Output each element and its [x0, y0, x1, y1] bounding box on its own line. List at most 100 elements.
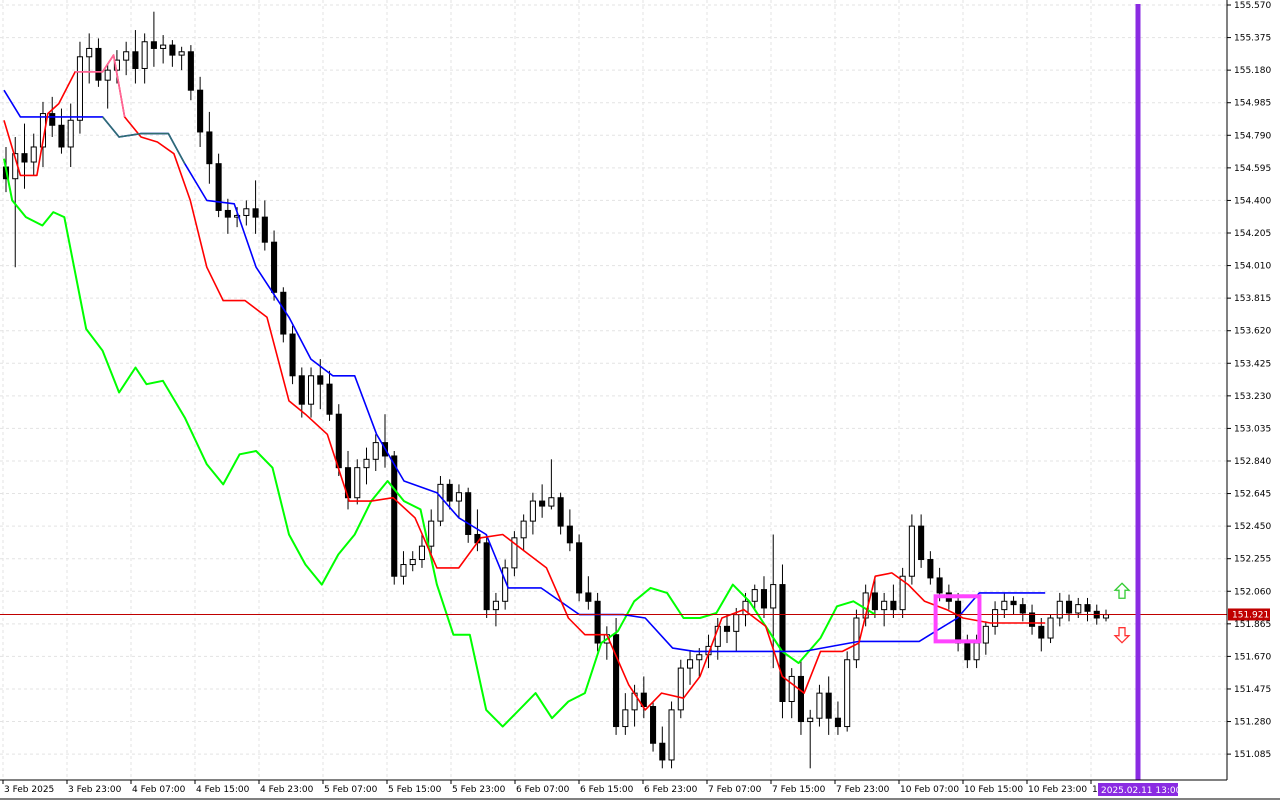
bear-candle [1084, 604, 1091, 612]
x-tick-label: 4 Feb 23:00 [260, 785, 314, 795]
x-tick-label: 6 Feb 07:00 [516, 785, 570, 795]
bull-candle [622, 709, 629, 728]
bear-candle [659, 742, 666, 761]
bull-candle [492, 600, 499, 611]
bear-candle [132, 51, 139, 69]
bull-candle [520, 520, 527, 539]
bear-candle [215, 163, 222, 211]
y-tick-label: 153.230 [1234, 392, 1271, 402]
bear-candle [187, 51, 194, 91]
time-marker-tag: 2025.02.11 13:00 [1098, 783, 1182, 796]
time-marker-label: 2025.02.11 13:00 [1101, 786, 1182, 796]
bull-candle [1047, 617, 1054, 639]
bear-candle [594, 600, 601, 644]
y-tick-label: 155.180 [1234, 66, 1271, 76]
y-tick-label: 152.060 [1234, 587, 1271, 597]
x-tick-label: 5 Feb 23:00 [452, 785, 506, 795]
bull-candle [372, 442, 379, 460]
bull-candle [1102, 614, 1110, 619]
bull-candle [354, 467, 361, 499]
bull-candle [788, 675, 795, 702]
bear-candle [317, 375, 324, 385]
bull-candle [455, 492, 462, 502]
bear-candle [955, 600, 962, 644]
bull-candle [696, 654, 703, 661]
bear-candle [289, 333, 296, 377]
bull-candle [770, 584, 777, 609]
bear-candle [326, 383, 333, 415]
bull-candle [982, 625, 989, 644]
x-tick-label: 10 Feb 23:00 [1028, 785, 1087, 795]
bear-candle [21, 153, 28, 163]
bull-candle [807, 717, 814, 723]
bear-candle [280, 291, 287, 335]
y-tick-label: 154.400 [1234, 196, 1271, 206]
bear-candle [760, 589, 768, 609]
x-axis-labels: 3 Feb 2025 3 Feb 23:00 4 Feb 07:00 4 Feb 15… [4, 785, 1103, 795]
bull-candle [973, 642, 980, 661]
bear-candle [539, 500, 546, 507]
bear-candle [650, 706, 657, 744]
bear-candle [1038, 625, 1045, 639]
bull-candle [30, 146, 37, 163]
bull-candle [686, 659, 694, 669]
chart-canvas[interactable]: 155.570 155.375 155.180 154.985 154.790 154.5… [0, 0, 1280, 800]
bull-candle [677, 667, 684, 711]
bear-candle [1010, 600, 1017, 606]
bull-candle [733, 614, 740, 632]
bull-candle [548, 497, 555, 507]
bear-candle [825, 692, 832, 719]
bull-candle [141, 41, 148, 69]
y-tick-label: 151.670 [1234, 652, 1271, 662]
bear-candle [206, 131, 213, 165]
bear-candle [613, 634, 620, 728]
bear-candle [271, 241, 278, 293]
x-tick-label: 4 Feb 15:00 [196, 785, 250, 795]
bear-candle [169, 44, 176, 56]
bull-candle [853, 617, 860, 661]
chart-background [0, 0, 1280, 800]
bull-candle [816, 692, 823, 719]
bear-candle [918, 525, 925, 561]
y-tick-label: 154.595 [1234, 164, 1271, 174]
bull-candle [881, 600, 888, 611]
bull-candle [428, 520, 435, 547]
x-tick-label: 10 Feb 07:00 [900, 785, 959, 795]
bear-candle [566, 525, 573, 544]
x-tick-label: 6 Feb 23:00 [644, 785, 698, 795]
bull-candle [160, 44, 167, 49]
bull-candle [668, 709, 675, 761]
bull-candle [243, 208, 250, 216]
x-tick-label: 7 Feb 23:00 [836, 785, 890, 795]
bull-candle [1075, 604, 1082, 614]
bear-candle [927, 559, 934, 579]
bear-candle [871, 592, 878, 611]
x-tick-label: 5 Feb 15:00 [388, 785, 442, 795]
bull-candle [178, 51, 185, 56]
bull-candle [751, 589, 758, 602]
y-tick-label: 151.865 [1234, 620, 1271, 630]
bull-candle [418, 545, 426, 561]
bear-candle [252, 208, 259, 218]
bear-candle [1065, 600, 1073, 614]
y-tick-label: 153.425 [1234, 359, 1271, 369]
y-tick-label: 151.085 [1234, 750, 1271, 760]
bear-candle [1029, 612, 1036, 627]
y-tick-label: 153.620 [1234, 327, 1271, 337]
bear-candle [723, 625, 731, 632]
bear-candle [576, 542, 583, 594]
y-tick-label: 154.790 [1234, 131, 1271, 141]
x-tick-label: 5 Feb 07:00 [324, 785, 378, 795]
x-tick-label: 4 Feb 07:00 [132, 785, 186, 795]
bull-candle [1056, 600, 1063, 619]
bear-candle [834, 717, 841, 728]
x-tick-label: 3 Feb 23:00 [68, 785, 122, 795]
bear-candle [936, 577, 943, 594]
y-tick-label: 151.280 [1234, 718, 1271, 728]
ichimoku-chart[interactable]: 155.570 155.375 155.180 154.985 154.790 154.5… [0, 0, 1280, 800]
bear-candle [391, 455, 398, 577]
bear-candle [890, 600, 897, 611]
bear-candle [49, 113, 56, 126]
bull-candle [123, 51, 130, 61]
y-tick-label: 154.205 [1234, 229, 1271, 239]
